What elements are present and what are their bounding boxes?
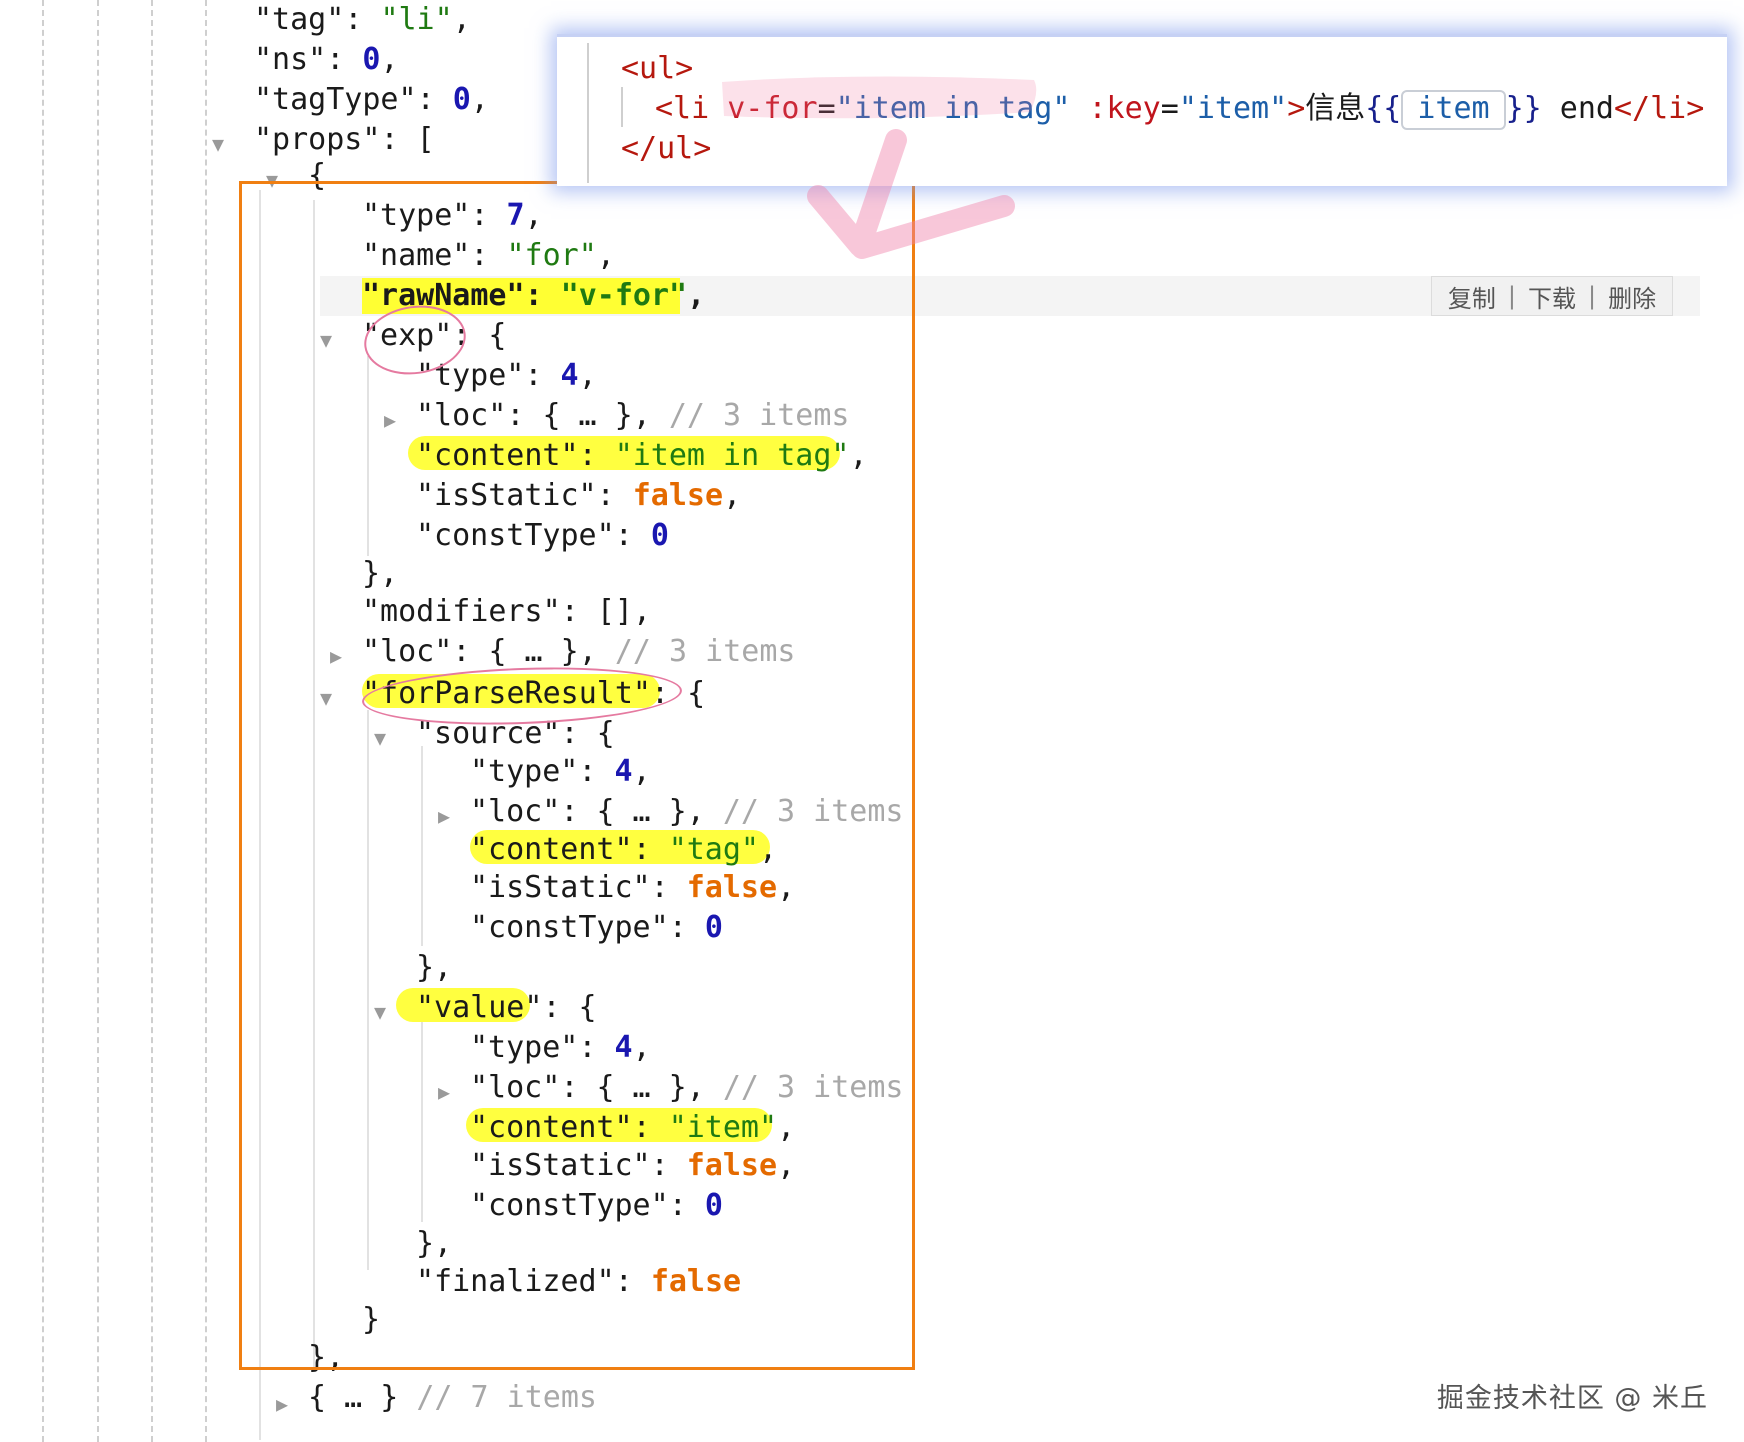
code-indent-guide — [621, 87, 623, 127]
download-button[interactable]: 下载 — [1528, 279, 1576, 314]
action-separator: | — [1588, 282, 1597, 310]
interpolation-token: item — [1401, 90, 1506, 130]
code-line-li: <li v-for="item in tag" :key="item">信息{{… — [655, 89, 1704, 130]
indent-guide — [151, 0, 153, 1442]
indent-guide — [42, 0, 44, 1442]
action-separator: | — [1507, 282, 1516, 310]
indent-guide — [97, 0, 99, 1442]
tree-line-tagtype: "tagType": 0, — [254, 82, 489, 117]
annotation-box — [239, 181, 915, 1370]
code-indent-guide — [587, 43, 589, 183]
code-line-ul-close: </ul> — [621, 131, 712, 166]
copy-button[interactable]: 复制 — [1448, 279, 1496, 314]
tree-line-tag: "tag": "li", — [254, 2, 471, 37]
delete-button[interactable]: 删除 — [1608, 279, 1656, 314]
tree-line-props: "props": [ — [254, 122, 435, 157]
code-line-ul-open: <ul> — [621, 51, 694, 86]
code-snippet-panel: <ul> <li v-for="item in tag" :key="item"… — [557, 34, 1727, 186]
expand-toggle-props[interactable]: ▼ — [212, 124, 224, 164]
expand-toggle-next-prop[interactable]: ▶ — [276, 1384, 288, 1424]
action-bar: 复制 | 下载 | 删除 — [1431, 276, 1673, 316]
indent-guide — [205, 0, 207, 1442]
tree-line-next-prop: { … } // 7 items — [308, 1380, 597, 1415]
watermark: 掘金技术社区 @ 米丘 — [1436, 1383, 1708, 1414]
tree-line-ns: "ns": 0, — [254, 42, 399, 77]
